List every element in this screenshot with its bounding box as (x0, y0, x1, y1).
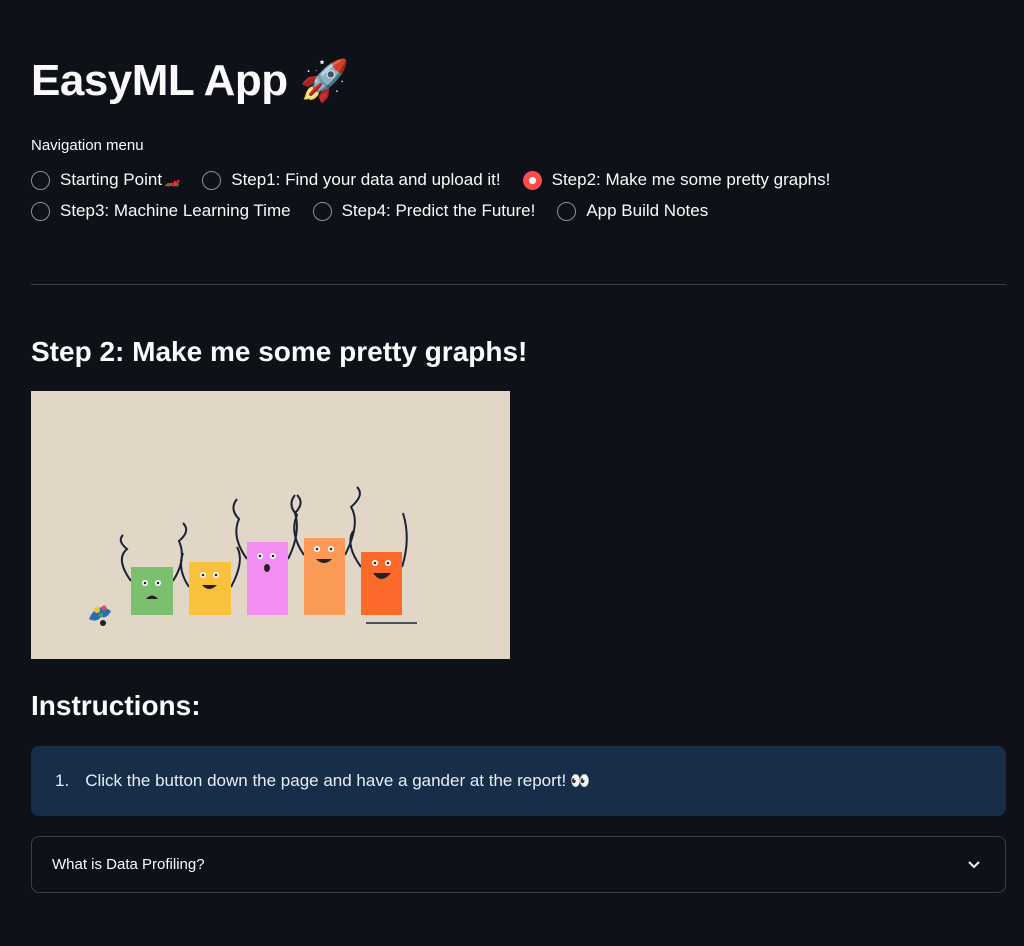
radio-button[interactable] (202, 170, 222, 190)
nav-option-step2[interactable]: Step2: Make me some pretty graphs! (522, 170, 831, 190)
nav-option-label: Step3: Machine Learning Time (60, 201, 291, 220)
app-title: EasyML App 🚀 (31, 56, 349, 106)
eyes-icon: 👀 (570, 773, 591, 790)
bar-characters-illustration (31, 391, 510, 659)
nav-option-label: Starting Point (60, 170, 163, 189)
app-page: EasyML App 🚀 Navigation menu Starting Po… (0, 0, 1024, 946)
radio-button-selected[interactable] (522, 170, 542, 190)
section-title: Step 2: Make me some pretty graphs! (31, 336, 528, 367)
nav-option-starting-point[interactable]: Starting Point 🏎️ (31, 170, 180, 190)
instructions-title: Instructions: (31, 690, 201, 721)
nav-option-step3[interactable]: Step3: Machine Learning Time (31, 201, 291, 221)
divider (31, 284, 1006, 285)
navigation-radio-group-row2: Step3: Machine Learning Time Step4: Pred… (31, 201, 730, 221)
radio-button[interactable] (31, 170, 50, 190)
rocket-icon: 🚀 (299, 59, 350, 103)
nav-option-label: Step1: Find your data and upload it! (231, 170, 501, 189)
instruction-text: Click the button down the page and have … (85, 771, 567, 790)
animated-bar-chart-image (31, 391, 510, 659)
nav-option-step1[interactable]: Step1: Find your data and upload it! (202, 170, 501, 190)
race-car-icon: 🏎️ (164, 172, 181, 187)
list-number: 1. (55, 771, 70, 790)
instructions-info-box: 1. Click the button down the page and ha… (31, 746, 1006, 816)
radio-button[interactable] (312, 201, 332, 221)
nav-option-label: Step2: Make me some pretty graphs! (551, 170, 831, 189)
chevron-down-icon[interactable] (967, 858, 981, 872)
radio-button[interactable] (31, 201, 50, 221)
navigation-radio-group: Starting Point 🏎️ Step1: Find your data … (31, 170, 852, 190)
app-title-text: EasyML App (31, 56, 288, 105)
radio-button[interactable] (557, 201, 577, 221)
nav-option-label: App Build Notes (586, 201, 709, 220)
data-profiling-expander[interactable]: What is Data Profiling? (31, 836, 1006, 893)
nav-option-app-build-notes[interactable]: App Build Notes (557, 201, 708, 221)
nav-option-label: Step4: Predict the Future! (341, 201, 536, 220)
expander-label: What is Data Profiling? (52, 856, 205, 873)
navigation-menu-label: Navigation menu (31, 137, 144, 154)
nav-option-step4[interactable]: Step4: Predict the Future! (312, 201, 536, 221)
